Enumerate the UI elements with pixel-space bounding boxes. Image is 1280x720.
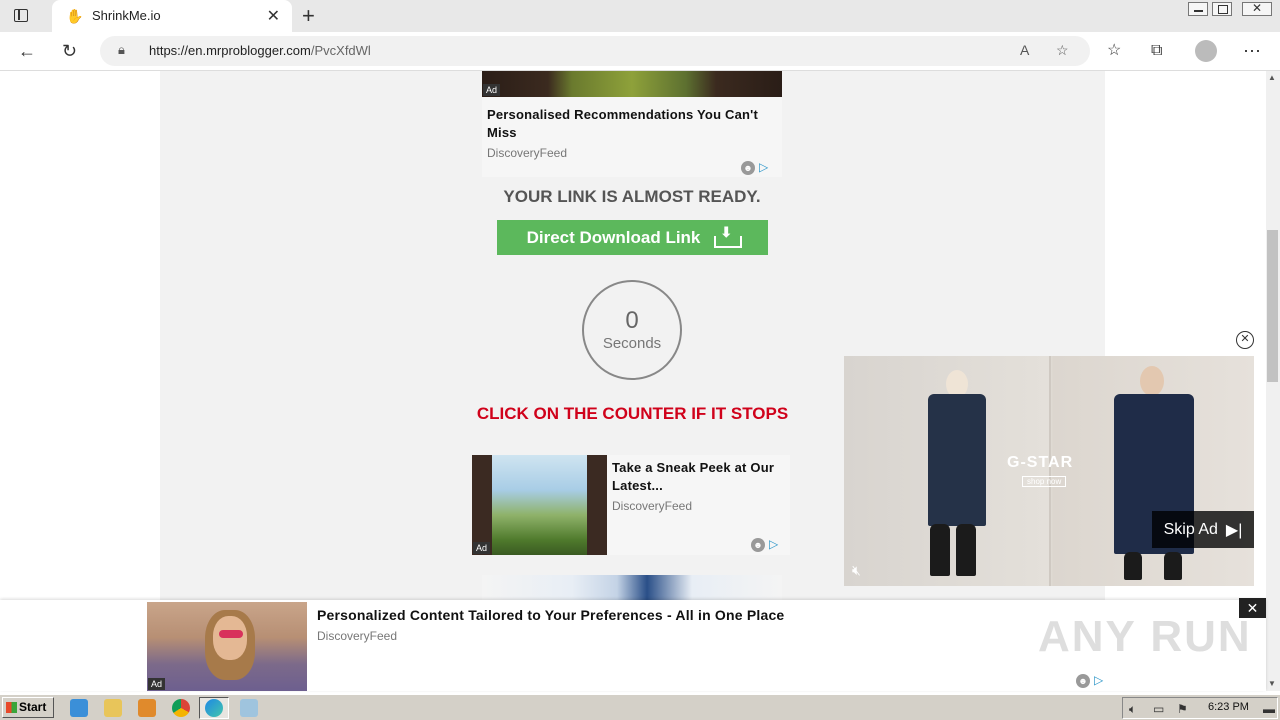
start-button[interactable]: Start — [2, 697, 54, 718]
tab-actions-icon[interactable] — [12, 7, 34, 25]
maximize-button[interactable] — [1212, 2, 1232, 16]
top-ad-source: DiscoveryFeed — [487, 146, 568, 160]
media-player-icon[interactable] — [138, 699, 156, 717]
browser-tab[interactable]: ✋ ShrinkMe.io ✕ — [52, 0, 292, 32]
url-host: https://en.mrproblogger.com — [149, 43, 311, 58]
scrollbar-thumb[interactable] — [1267, 230, 1278, 382]
counter-label: Seconds — [602, 335, 662, 352]
counter-value: 0 — [625, 307, 639, 334]
refresh-icon[interactable]: ↻ — [62, 40, 77, 62]
top-ad-title[interactable]: Personalised Recommendations You Can't M… — [487, 106, 767, 142]
model-right-boot — [1164, 552, 1182, 580]
model-right — [1140, 366, 1164, 396]
close-window-button[interactable] — [1242, 1, 1272, 16]
counter-instruction: CLICK ON THE COUNTER IF IT STOPS — [476, 404, 789, 423]
more-icon[interactable]: ⋯ — [1243, 40, 1261, 62]
lower-ad-image[interactable] — [482, 575, 782, 600]
sticky-ad-source: DiscoveryFeed — [317, 629, 398, 643]
add-favorite-icon[interactable]: ☆ — [1056, 42, 1069, 59]
collections-icon[interactable]: ⧉ — [1151, 40, 1162, 62]
navigation-bar: ← ↻ 🔒︎ https://en.mrproblogger.com/PvcXf… — [0, 32, 1280, 71]
taskbar: Start 🔈︎ ▭ ⚑ ▬ 6:23 PM — [0, 694, 1280, 720]
notepad-icon[interactable] — [240, 699, 258, 717]
ie-icon[interactable] — [70, 699, 88, 717]
clock: 6:23 PM — [1208, 701, 1249, 713]
scroll-down-icon[interactable]: ▼ — [1268, 679, 1276, 688]
download-button-label: Direct Download Link — [526, 227, 701, 247]
scroll-up-icon[interactable]: ▲ — [1268, 73, 1276, 82]
minimize-button[interactable] — [1188, 2, 1208, 16]
ad-badge: Ad — [473, 542, 491, 554]
sticky-ad-title[interactable]: Personalized Content Tailored to Your Pr… — [317, 607, 784, 623]
model-left-outfit — [928, 394, 986, 526]
model-left-boot — [956, 524, 976, 576]
favicon-icon: ✋ — [66, 8, 84, 24]
adchoices-icon[interactable]: ☻ ▷ — [741, 160, 768, 175]
direct-download-button[interactable]: Direct Download Link — [497, 220, 768, 255]
show-desktop-icon[interactable]: ▬ — [1263, 702, 1275, 716]
tab-bar: ✋ ShrinkMe.io ✕ + — [0, 0, 1280, 32]
tab-close-icon[interactable]: ✕ — [267, 6, 280, 26]
mid-ad-source: DiscoveryFeed — [612, 499, 693, 513]
edge-icon[interactable] — [205, 699, 223, 717]
mute-icon[interactable]: 🔇︎ — [852, 562, 861, 579]
model-right-boot — [1124, 552, 1142, 580]
back-icon[interactable]: ← — [18, 40, 36, 62]
profile-icon[interactable] — [1195, 40, 1217, 62]
model-left-boot — [930, 524, 950, 576]
new-tab-icon[interactable]: + — [302, 3, 315, 29]
adchoices-icon[interactable]: ☻ ▷ — [1076, 673, 1103, 688]
countdown-counter[interactable]: 0 Seconds — [582, 280, 682, 380]
skip-ad-button[interactable]: Skip Ad ▶| — [1152, 511, 1254, 548]
network-icon[interactable]: ▭ — [1153, 702, 1164, 716]
system-tray: 🔈︎ ▭ ⚑ ▬ — [1122, 697, 1278, 719]
video-ad[interactable]: G-STAR shop now 🔇︎ — [844, 356, 1254, 586]
skip-icon: ▶| — [1225, 521, 1243, 539]
skip-ad-label: Skip Ad — [1163, 520, 1218, 538]
video-ad-close-icon[interactable]: ✕ — [1236, 331, 1254, 349]
favorites-icon[interactable]: ☆ — [1107, 40, 1121, 62]
tab-title: ShrinkMe.io — [92, 8, 161, 23]
adchoices-icon[interactable]: ☻ ▷ — [751, 537, 778, 552]
brand-shop-now[interactable]: shop now — [1022, 476, 1067, 487]
ad-badge: Ad — [483, 84, 501, 96]
address-bar[interactable]: 🔒︎ https://en.mrproblogger.com/PvcXfdWl … — [100, 36, 1090, 66]
start-label: Start — [19, 700, 47, 714]
sticky-ad-image[interactable] — [147, 602, 307, 691]
url-path: /PvcXfdWl — [310, 43, 371, 58]
url-text[interactable]: https://en.mrproblogger.com/PvcXfdWl — [149, 43, 371, 58]
chrome-icon[interactable] — [172, 699, 190, 717]
download-icon — [714, 224, 743, 248]
brand-logo: G-STAR — [1007, 454, 1074, 471]
windows-logo-icon — [6, 702, 17, 713]
lock-icon[interactable]: 🔒︎ — [118, 42, 125, 58]
link-ready-heading: YOUR LINK IS ALMOST READY. — [503, 187, 761, 206]
mid-ad-title[interactable]: Take a Sneak Peek at Our Latest... — [612, 459, 782, 495]
volume-icon[interactable]: 🔈︎ — [1129, 702, 1136, 717]
explorer-icon[interactable] — [104, 699, 122, 717]
flag-icon[interactable]: ⚑ — [1177, 702, 1188, 716]
mid-ad-image[interactable] — [472, 455, 607, 555]
ad-badge: Ad — [148, 678, 166, 690]
watermark: ANY RUN — [1038, 612, 1252, 661]
top-ad-image[interactable] — [482, 71, 782, 97]
read-aloud-icon[interactable]: A — [1020, 42, 1029, 58]
